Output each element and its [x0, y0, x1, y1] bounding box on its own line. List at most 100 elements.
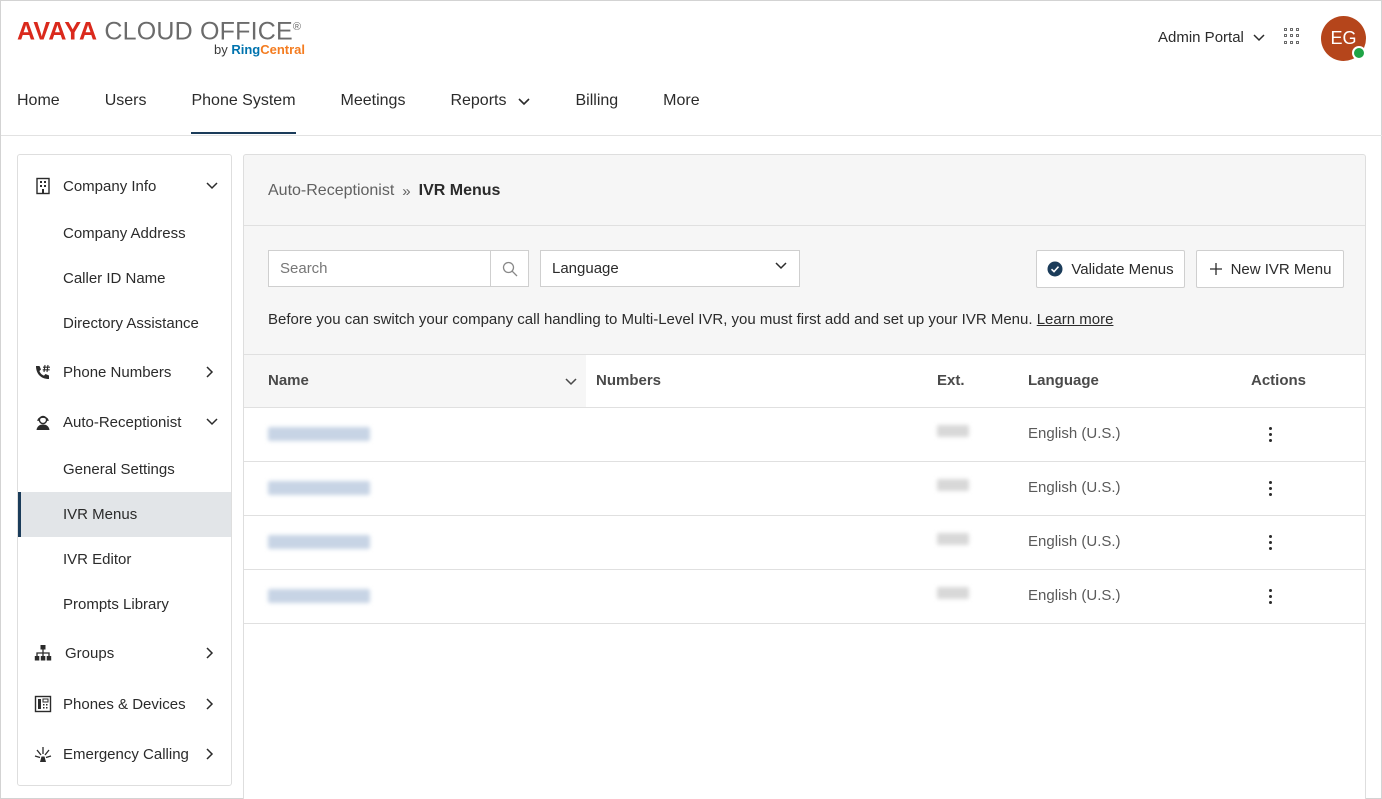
nav-phone-system[interactable]: Phone System — [191, 89, 296, 135]
more-actions-icon[interactable] — [1260, 478, 1280, 498]
more-actions-icon[interactable] — [1260, 586, 1280, 606]
chevron-down-icon — [206, 418, 218, 426]
desk-phone-icon — [34, 695, 52, 713]
nav-phone-system-label: Phone System — [191, 92, 296, 109]
sidebar-item-label: General Settings — [63, 461, 175, 478]
nav-billing[interactable]: Billing — [575, 89, 618, 135]
validate-menus-button[interactable]: Validate Menus — [1036, 250, 1185, 288]
breadcrumb-separator: » — [402, 182, 411, 200]
sidebar-item-phone-numbers[interactable]: Phone Numbers — [18, 349, 231, 395]
search-button[interactable] — [490, 251, 528, 286]
column-header-name[interactable]: Name — [268, 372, 309, 389]
chevron-right-icon — [206, 366, 214, 378]
chevron-down-icon — [206, 182, 218, 190]
sidebar-item-ivr-menus[interactable]: IVR Menus — [18, 492, 231, 537]
logo-by: by — [214, 42, 232, 57]
nav-divider — [1, 135, 1382, 136]
table-empty-area — [244, 624, 1365, 799]
column-header-ext: Ext. — [937, 372, 965, 389]
sidebar-item-ivr-editor[interactable]: IVR Editor — [18, 537, 231, 582]
nav-reports-label: Reports — [450, 92, 507, 109]
info-text: Before you can switch your company call … — [268, 311, 1037, 328]
avaya-cloud-office-logo[interactable]: AVAYA CLOUD OFFICE® by RingCentral — [17, 13, 305, 57]
sort-chevron-icon[interactable] — [565, 378, 577, 386]
sidebar-item-company-address[interactable]: Company Address — [18, 211, 231, 256]
logo-registered-mark: ® — [292, 21, 302, 33]
sidebar-item-phones-devices[interactable]: Phones & Devices — [18, 681, 231, 727]
new-ivr-menu-label: New IVR Menu — [1230, 260, 1332, 278]
building-icon — [36, 177, 50, 195]
sidebar-item-label: Caller ID Name — [63, 270, 166, 287]
ivr-menu-name-link[interactable] — [268, 427, 370, 441]
app-launcher-icon[interactable] — [1284, 28, 1301, 45]
page-title: IVR Menus — [418, 182, 501, 199]
online-status-indicator — [1352, 46, 1366, 60]
new-ivr-menu-button[interactable]: New IVR Menu — [1196, 250, 1344, 288]
check-circle-icon — [1047, 261, 1063, 277]
column-header-language: Language — [1028, 372, 1099, 389]
learn-more-link[interactable]: Learn more — [1037, 311, 1114, 328]
receptionist-icon — [36, 415, 50, 430]
sidebar-item-prompts-library[interactable]: Prompts Library — [18, 582, 231, 627]
sidebar-item-directory-assistance[interactable]: Directory Assistance — [18, 301, 231, 346]
nav-more-label: More — [663, 92, 700, 109]
search-icon — [502, 261, 517, 276]
sidebar-item-company-info[interactable]: Company Info — [18, 163, 231, 209]
nav-reports[interactable]: Reports — [450, 89, 531, 135]
table-row: English (U.S.) — [244, 408, 1365, 462]
sidebar-item-label: Phones & Devices — [63, 695, 186, 713]
nav-meetings-label: Meetings — [340, 92, 406, 109]
nav-home[interactable]: Home — [17, 89, 60, 135]
language-cell: English (U.S.) — [1028, 533, 1121, 550]
column-header-numbers: Numbers — [596, 372, 662, 389]
main-content: Auto-Receptionist » IVR Menus Language V… — [243, 154, 1366, 799]
chevron-right-icon — [206, 698, 214, 710]
sidebar-item-label: Groups — [65, 644, 115, 662]
nav-home-label: Home — [17, 92, 60, 109]
ivr-menus-table: Name Numbers Ext. Language Actions Engli… — [244, 354, 1365, 799]
sidebar: Company Info Company Address Caller ID N… — [17, 154, 232, 786]
sidebar-item-label: Auto-Receptionist — [63, 413, 182, 431]
nav-users[interactable]: Users — [105, 89, 147, 135]
validate-menus-label: Validate Menus — [1071, 260, 1174, 278]
phone-number-icon — [36, 364, 50, 379]
top-navigation: Home Users Phone System Meetings Reports… — [17, 89, 745, 135]
sidebar-item-general-settings[interactable]: General Settings — [18, 447, 231, 492]
sidebar-item-label: Prompts Library — [63, 596, 169, 613]
search-box — [268, 250, 529, 287]
sidebar-item-label: Directory Assistance — [63, 315, 199, 332]
chevron-down-icon — [1253, 33, 1265, 41]
sidebar-item-caller-id-name[interactable]: Caller ID Name — [18, 256, 231, 301]
admin-portal-label: Admin Portal — [1158, 29, 1244, 46]
breadcrumb-auto-receptionist[interactable]: Auto-Receptionist — [268, 182, 394, 200]
sidebar-item-label: Phone Numbers — [63, 363, 172, 381]
ivr-menu-name-link[interactable] — [268, 589, 370, 603]
ivr-menu-name-link[interactable] — [268, 481, 370, 495]
language-cell: English (U.S.) — [1028, 587, 1121, 604]
sidebar-item-auto-receptionist[interactable]: Auto-Receptionist — [18, 399, 231, 445]
more-actions-icon[interactable] — [1260, 532, 1280, 552]
language-select[interactable]: Language — [540, 250, 800, 287]
admin-portal-dropdown[interactable]: Admin Portal — [1158, 29, 1265, 46]
nav-more[interactable]: More — [663, 89, 699, 135]
app-window: AVAYA CLOUD OFFICE® by RingCentral Admin… — [0, 0, 1382, 799]
sidebar-item-label: Company Info — [63, 177, 157, 195]
ivr-menu-name-link[interactable] — [268, 535, 370, 549]
language-select-value: Language — [552, 260, 619, 277]
chevron-right-icon — [206, 647, 214, 659]
more-actions-icon[interactable] — [1260, 424, 1280, 444]
extension-value — [937, 533, 969, 545]
chevron-down-icon — [518, 98, 531, 106]
table-header: Name Numbers Ext. Language Actions — [244, 354, 1365, 408]
language-cell: English (U.S.) — [1028, 479, 1121, 496]
sidebar-item-label: IVR Editor — [63, 551, 132, 568]
emergency-icon — [34, 747, 52, 762]
sidebar-item-emergency-calling[interactable]: Emergency Calling — [18, 731, 231, 777]
search-input[interactable] — [269, 251, 490, 286]
logo-brand: AVAYA — [17, 17, 98, 46]
sidebar-item-label: IVR Menus — [63, 506, 138, 523]
sidebar-item-label: Emergency Calling — [63, 745, 189, 763]
nav-meetings[interactable]: Meetings — [341, 89, 406, 135]
nav-billing-label: Billing — [575, 92, 619, 109]
sidebar-item-groups[interactable]: Groups — [18, 630, 231, 676]
